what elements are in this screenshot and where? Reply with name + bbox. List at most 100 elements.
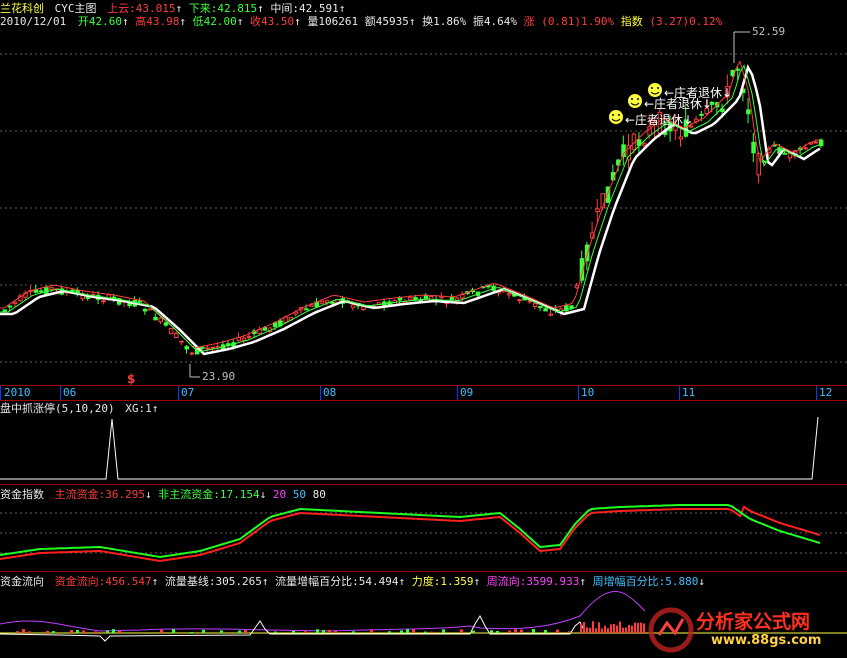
- candle: [163, 322, 169, 326]
- candle: [33, 289, 39, 293]
- flow-bar: [52, 631, 55, 633]
- candle: [174, 332, 179, 339]
- flow-bar: [118, 630, 121, 633]
- axis-label-09: 09: [460, 386, 474, 399]
- flow-bar: [508, 630, 511, 633]
- date-axis: 2010 06 07 08 09 10 11 12: [0, 385, 847, 401]
- flow-bar: [304, 631, 307, 633]
- candle: [246, 335, 252, 338]
- candle: [330, 301, 335, 304]
- flow-bar: [595, 628, 597, 633]
- candle: [746, 109, 751, 115]
- fund-index-chart[interactable]: [0, 499, 847, 571]
- candle: [751, 141, 756, 154]
- flow-bar: [604, 625, 606, 633]
- flow-bar: [583, 622, 585, 633]
- flow-bar: [589, 627, 591, 633]
- flow-bar: [106, 630, 109, 633]
- axis-label-11: 11: [682, 386, 696, 399]
- candle: [44, 287, 49, 295]
- smiley-icon: [648, 83, 662, 97]
- candle: [2, 309, 7, 312]
- candle: [517, 299, 522, 302]
- flow-bar: [619, 621, 621, 633]
- flow-bar: [160, 629, 163, 633]
- axis-label-10: 10: [581, 386, 595, 399]
- axis-label-2010: 2010: [4, 386, 31, 399]
- flow-bar: [628, 624, 630, 633]
- flow-bar: [412, 629, 415, 633]
- flow-bar: [94, 631, 97, 633]
- candle: [200, 346, 205, 349]
- axis-label-06: 06: [63, 386, 77, 399]
- flow-bar: [352, 631, 355, 633]
- flow-bar: [82, 630, 85, 633]
- flow-bar: [568, 631, 571, 633]
- candle: [210, 346, 215, 349]
- candle: [205, 347, 210, 350]
- flow-bar: [388, 631, 391, 633]
- candle: [548, 313, 553, 316]
- flow-bar: [220, 630, 223, 633]
- flow-bar: [520, 629, 523, 633]
- watermark: 分析家公式网 www.88gs.com: [641, 605, 841, 655]
- flow-bar: [622, 627, 624, 633]
- flow-bar: [238, 630, 241, 633]
- flow-bar: [616, 625, 618, 633]
- candle: [189, 352, 195, 355]
- candle: [532, 302, 538, 308]
- candle: [595, 208, 600, 213]
- flow-bar: [544, 630, 547, 633]
- flow-bar: [472, 630, 475, 633]
- candle: [179, 340, 184, 343]
- flow-bar: [172, 629, 175, 633]
- flow-bar: [322, 629, 325, 633]
- candle: [137, 300, 143, 303]
- flow-bar: [496, 630, 499, 633]
- candle: [449, 296, 455, 300]
- flow-bar: [430, 631, 433, 633]
- candle: [7, 305, 13, 308]
- candle: [678, 136, 683, 140]
- flow-bar: [370, 629, 373, 633]
- flow-bar: [532, 629, 535, 633]
- flow-bar: [586, 627, 588, 633]
- flow-bar: [46, 630, 49, 633]
- candle: [319, 300, 325, 304]
- candle: [803, 147, 808, 150]
- candle: [148, 308, 153, 311]
- flow-bar: [328, 629, 331, 633]
- price-chart[interactable]: 52.59 23.90 ←庄者退休↓ ←庄者退休↓ ←庄者退休↓ $: [0, 27, 847, 385]
- dollar-signal-icon: $: [127, 372, 135, 385]
- candle: [241, 337, 247, 341]
- flow-bar: [613, 623, 615, 633]
- flow-bar: [442, 629, 445, 633]
- candle: [38, 290, 44, 293]
- candle: [408, 296, 413, 301]
- candle: [735, 68, 741, 71]
- candle: [304, 308, 309, 311]
- high-price-label: 52.59: [752, 27, 785, 38]
- axis-label-12: 12: [819, 386, 833, 399]
- flow-bar: [274, 631, 277, 633]
- candle: [506, 292, 512, 296]
- axis-label-07: 07: [181, 386, 195, 399]
- flow-bar: [424, 631, 427, 633]
- candle: [699, 113, 704, 116]
- low-price-label: 23.90: [202, 370, 235, 383]
- candle: [782, 152, 787, 155]
- flow-bar: [610, 624, 612, 633]
- flow-bar: [490, 630, 493, 633]
- exit-annotation-3: ←庄者退休↓: [625, 112, 693, 127]
- candle: [543, 308, 548, 312]
- candle: [642, 143, 647, 146]
- flow-bar: [112, 629, 115, 633]
- limit-up-signal-chart[interactable]: [0, 413, 847, 483]
- candle: [49, 287, 54, 290]
- flow-bar: [334, 630, 337, 633]
- candle: [413, 297, 418, 301]
- candle: [168, 327, 174, 335]
- candle: [538, 306, 543, 309]
- candle: [101, 300, 106, 303]
- candle: [813, 141, 819, 144]
